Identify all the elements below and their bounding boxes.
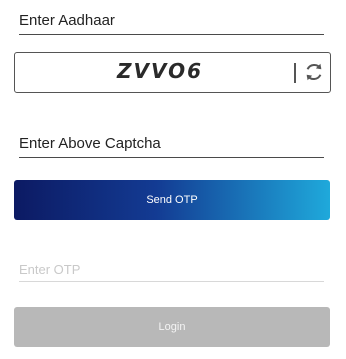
captcha-image-text: ZVVO6: [117, 59, 204, 83]
login-button[interactable]: Login: [14, 307, 330, 347]
send-otp-button[interactable]: Send OTP: [14, 180, 330, 220]
aadhaar-input[interactable]: Enter Aadhaar: [19, 12, 324, 35]
refresh-icon[interactable]: [303, 61, 325, 83]
captcha-input[interactable]: Enter Above Captcha: [19, 135, 324, 158]
captcha-input-label: Enter Above Captcha: [19, 135, 161, 152]
otp-placeholder: Enter OTP: [19, 262, 81, 277]
captcha-box: ZVVO6: [14, 52, 331, 93]
captcha-divider: [294, 63, 296, 83]
aadhaar-label: Enter Aadhaar: [19, 12, 115, 29]
otp-input[interactable]: Enter OTP: [19, 262, 324, 282]
